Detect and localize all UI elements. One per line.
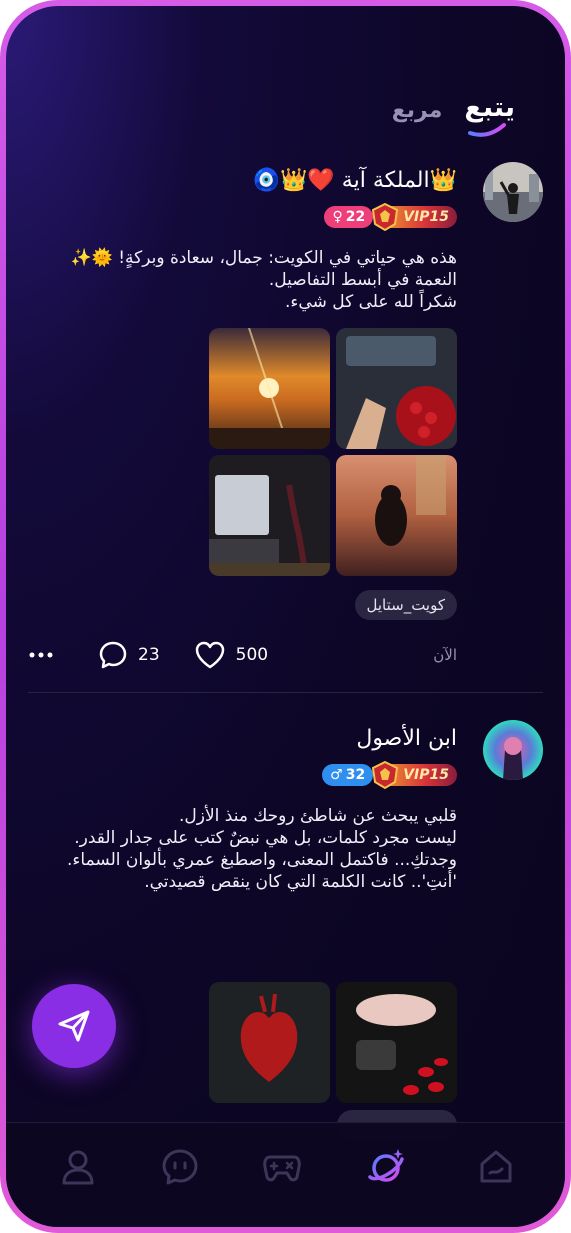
like-count: 500 [235, 645, 269, 665]
chat-icon[interactable] [160, 1147, 200, 1187]
phone-frame: يتبع مربع 👑الملكة آية ❤️👑🧿 VIP15 ♀ 22 هذ… [0, 0, 571, 1233]
age-value: 22 [345, 209, 366, 225]
vip-badge: VIP15 [372, 202, 457, 232]
post-1-actions: 23 500 [28, 640, 268, 670]
vip-badge: VIP15 [372, 760, 457, 790]
new-post-button[interactable] [32, 984, 116, 1068]
post-1-image-pool[interactable] [336, 455, 457, 576]
top-tabs: يتبع مربع [392, 92, 515, 137]
post-card-1[interactable]: 👑الملكة آية ❤️👑🧿 VIP15 ♀ 22 هذه هي حياتي… [28, 162, 543, 682]
post-2-username[interactable]: ابن الأصول [356, 726, 457, 751]
gender-female-icon: ♀ [332, 209, 343, 225]
post-2-text: قلبي يبحث عن شاطئ روحك منذ الأزل. ليست م… [67, 806, 457, 892]
comment-icon[interactable] [98, 640, 128, 670]
post-1-images [209, 328, 457, 576]
tab-follow[interactable]: يتبع [464, 92, 515, 137]
tab-follow-label: يتبع [464, 92, 515, 123]
avatar-2[interactable] [483, 720, 543, 780]
post-1-badges: VIP15 ♀ 22 [324, 202, 457, 232]
tab-active-underline-icon [468, 123, 507, 137]
post-1-text: هذه هي حياتي في الكويت: جمال، سعادة وبرك… [70, 248, 457, 312]
avatar-2-image [483, 720, 543, 780]
bottom-navigation [6, 1122, 565, 1227]
age-badge: ♂ 32 [322, 764, 374, 786]
more-icon[interactable] [28, 642, 54, 668]
post-1-hashtag[interactable]: كويت_ستايل [354, 590, 457, 620]
post-1-image-sunset[interactable] [209, 328, 330, 449]
vip-label: VIP15 [403, 767, 449, 783]
planet-icon[interactable] [366, 1147, 406, 1187]
app-screen: يتبع مربع 👑الملكة آية ❤️👑🧿 VIP15 ♀ 22 هذ… [6, 6, 565, 1227]
avatar-1[interactable] [483, 162, 543, 222]
post-1-username[interactable]: 👑الملكة آية ❤️👑🧿 [253, 168, 457, 193]
vip-crest-icon [372, 760, 399, 790]
profile-icon[interactable] [58, 1147, 98, 1187]
send-icon [58, 1010, 90, 1042]
post-1-image-laptop[interactable] [209, 455, 330, 576]
age-badge: ♀ 22 [324, 206, 374, 228]
age-value: 32 [345, 767, 366, 783]
post-2-image-heart[interactable] [209, 982, 330, 1103]
vip-crest-icon [372, 202, 399, 232]
vip-label: VIP15 [403, 209, 449, 225]
home-icon[interactable] [476, 1147, 516, 1187]
post-1-image-car-roses[interactable] [336, 328, 457, 449]
comment-count: 23 [138, 645, 160, 665]
post-2-badges: VIP15 ♂ 32 [322, 760, 457, 790]
post-1-time: الآن [433, 646, 457, 664]
post-2-image-car-petals[interactable] [336, 982, 457, 1103]
avatar-1-image [483, 162, 543, 222]
post-card-2[interactable]: ابن الأصول VIP15 ♂ 32 قلبي يبحث عن شاطئ … [28, 720, 543, 1140]
post-2-images [209, 982, 457, 1103]
tab-square[interactable]: مربع [392, 98, 443, 123]
post-divider [28, 692, 543, 693]
heart-icon[interactable] [194, 640, 226, 670]
gender-male-icon: ♂ [330, 767, 343, 783]
game-icon[interactable] [262, 1147, 302, 1187]
